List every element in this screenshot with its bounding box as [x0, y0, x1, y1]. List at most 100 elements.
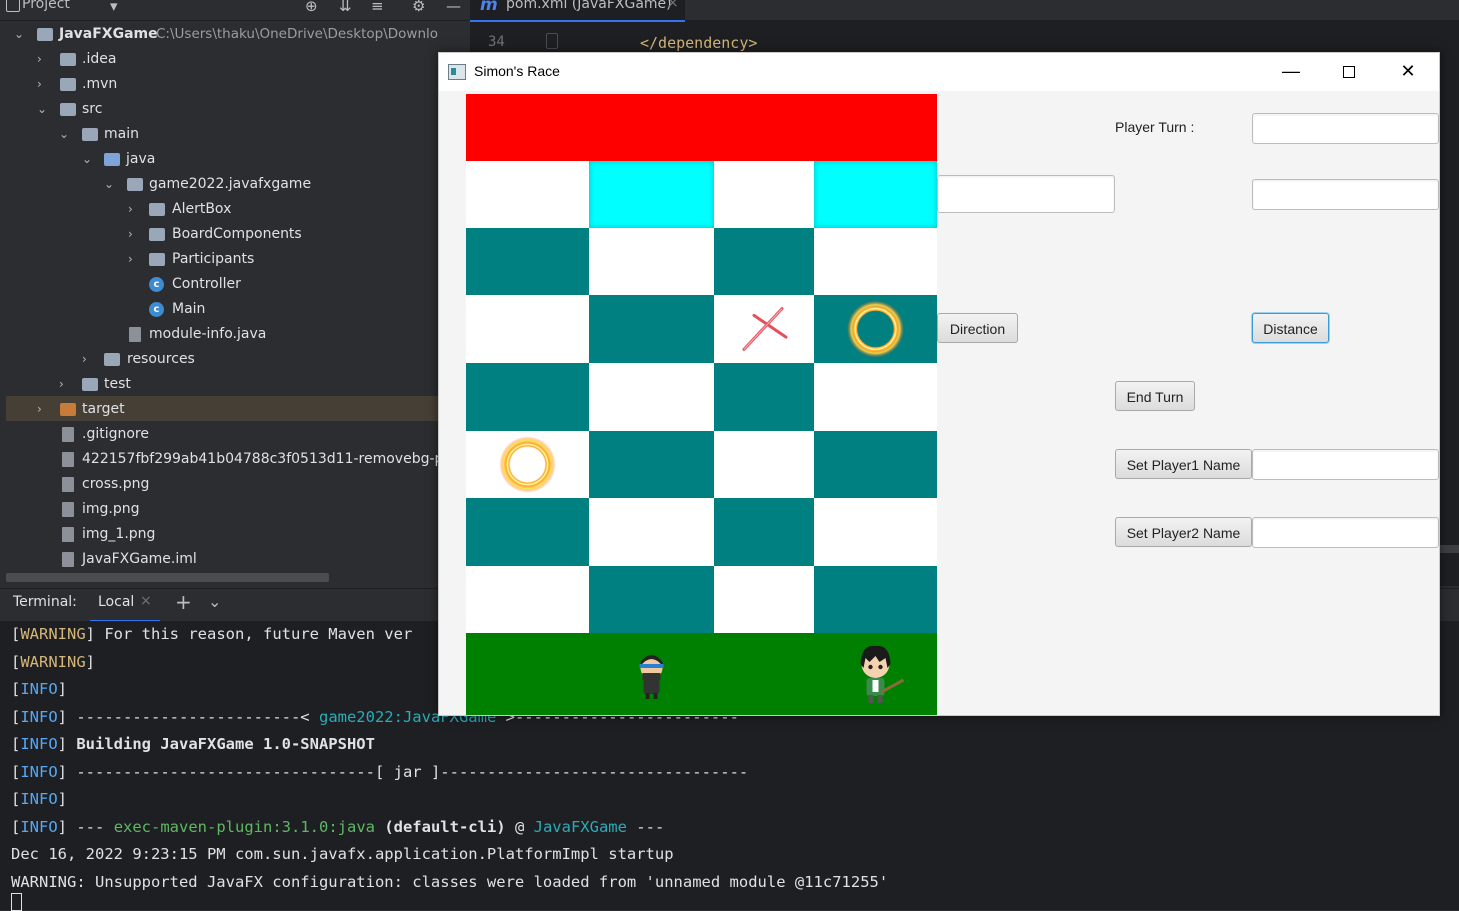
editor-scrollbar[interactable]: [1438, 545, 1459, 553]
chevron-right-icon[interactable]: ›: [37, 72, 51, 97]
distance-value-field[interactable]: [1252, 179, 1439, 210]
ide-top-bar: [0, 0, 1459, 21]
tree-item-label: java: [126, 151, 156, 167]
project-panel-title[interactable]: Project: [22, 0, 70, 12]
terminal-line: [WARNING] For this reason, future Maven …: [11, 625, 413, 643]
chevron-down-icon[interactable]: ⌄: [14, 22, 28, 47]
board-cell: [814, 498, 937, 566]
distance-button[interactable]: Distance: [1252, 313, 1329, 343]
chevron-down-icon[interactable]: ⌄: [37, 97, 51, 122]
tree-item-label: src: [82, 101, 103, 117]
chevron-right-icon[interactable]: ›: [82, 347, 96, 372]
player2-name-field[interactable]: [1252, 517, 1439, 548]
tree-root-label: JavaFXGame: [59, 26, 158, 42]
board-cell: [466, 498, 589, 566]
expand-all-icon[interactable]: ⇊: [339, 0, 352, 15]
terminal-line: [INFO] --------------------------------[…: [11, 763, 749, 781]
cross-piece: [742, 307, 788, 351]
tree-item-label: BoardComponents: [172, 226, 302, 242]
chevron-right-icon[interactable]: ›: [37, 397, 51, 422]
chevron-down-icon[interactable]: ⌄: [208, 592, 221, 611]
folder-icon: [82, 128, 98, 141]
chevron-down-icon[interactable]: ⌄: [82, 147, 96, 172]
window-titlebar[interactable]: Simon's Race — ✕: [439, 53, 1439, 91]
package-icon: [149, 253, 165, 266]
class-icon: c: [149, 277, 164, 292]
editor-tab-pom[interactable]: m pom.xml (JavaFXGame) ×: [470, 0, 685, 22]
player-turn-label: Player Turn :: [1115, 119, 1195, 135]
maximize-button[interactable]: [1320, 53, 1378, 89]
collapse-all-icon[interactable]: ≡: [371, 0, 384, 15]
chevron-right-icon[interactable]: ›: [37, 47, 51, 72]
terminal-tab-label: Local: [98, 594, 135, 610]
board-cell: [589, 228, 714, 295]
chevron-right-icon[interactable]: ›: [59, 372, 73, 397]
chevron-right-icon[interactable]: ›: [128, 247, 142, 272]
tree-item-label: resources: [127, 351, 195, 367]
board-cell: [466, 566, 589, 633]
close-button[interactable]: ✕: [1379, 53, 1437, 89]
image-file-icon: [62, 477, 74, 492]
folder-icon: [60, 53, 76, 66]
board-cell: [589, 161, 714, 228]
chevron-right-icon[interactable]: ›: [128, 222, 142, 247]
app-icon: [448, 64, 466, 80]
fold-icon[interactable]: [546, 33, 558, 49]
player-turn-field[interactable]: [1252, 113, 1439, 144]
board-cell: [814, 363, 937, 431]
tree-item-root[interactable]: ⌄ JavaFXGame C:\Users\thaku\OneDrive\Des…: [6, 22, 438, 47]
direction-value-field[interactable]: [937, 175, 1115, 213]
chevron-down-icon[interactable]: ▾: [110, 0, 118, 15]
chevron-down-icon[interactable]: ⌄: [59, 122, 73, 147]
locate-icon[interactable]: ⊕: [305, 0, 318, 15]
terminal-line: [INFO]: [11, 790, 68, 808]
chevron-right-icon[interactable]: ›: [128, 197, 142, 222]
tree-item-label: module-info.java: [149, 326, 267, 342]
board-cell: [466, 363, 589, 431]
window-title: Simon's Race: [474, 63, 560, 79]
game-window: Simon's Race — ✕ Player Turn : Direction…: [438, 52, 1440, 716]
fire-ring-piece: [846, 300, 905, 358]
board-cell: [714, 161, 814, 228]
terminal-label: Terminal:: [13, 594, 77, 610]
source-folder-icon: [104, 153, 120, 166]
set-player2-name-button[interactable]: Set Player2 Name: [1115, 517, 1252, 547]
player1-name-field[interactable]: [1252, 449, 1439, 480]
project-tool-icon[interactable]: [6, 0, 20, 12]
terminal-line: [WARNING]: [11, 653, 96, 671]
tree-item-label: 422157fbf299ab41b04788c3f0513d11-removeb…: [82, 451, 438, 467]
hide-icon[interactable]: —: [446, 0, 461, 15]
chevron-down-icon[interactable]: ⌄: [104, 172, 118, 197]
board-cell: [814, 228, 937, 295]
end-turn-button[interactable]: End Turn: [1115, 381, 1195, 411]
game-board: [466, 94, 937, 715]
board-cell: [814, 431, 937, 498]
direction-button[interactable]: Direction: [937, 313, 1018, 343]
plus-icon[interactable]: +: [175, 590, 192, 614]
tree-item-label: img_1.png: [82, 526, 156, 542]
excluded-folder-icon: [60, 403, 76, 416]
board-cell: [589, 566, 714, 633]
image-file-icon: [62, 502, 74, 517]
board-cell: [714, 363, 814, 431]
tree-item-label: Main: [172, 301, 206, 317]
tree-item-label: AlertBox: [172, 201, 232, 217]
terminal-tab-local[interactable]: Local ×: [90, 590, 160, 622]
folder-icon: [60, 78, 76, 91]
close-icon[interactable]: ×: [667, 0, 679, 11]
set-player1-name-button[interactable]: Set Player1 Name: [1115, 449, 1252, 479]
board-cell: [589, 431, 714, 498]
project-tree: ⌄ JavaFXGame C:\Users\thaku\OneDrive\Des…: [6, 22, 438, 582]
close-icon[interactable]: ×: [140, 593, 152, 609]
tree-item-label: main: [104, 126, 139, 142]
gear-icon[interactable]: ⚙: [412, 0, 425, 15]
board-cell: [466, 295, 589, 363]
terminal-line: [INFO] Building JavaFXGame 1.0-SNAPSHOT: [11, 735, 375, 753]
minimize-button[interactable]: —: [1262, 53, 1320, 89]
board-cell: [714, 228, 814, 295]
player-ninja-piece: [639, 655, 664, 699]
package-icon: [149, 203, 165, 216]
tree-item-label: .idea: [82, 51, 117, 67]
tree-scrollbar[interactable]: [6, 573, 329, 582]
tree-item-removebg[interactable]: 422157fbf299ab41b04788c3f0513d11-removeb…: [6, 447, 438, 472]
